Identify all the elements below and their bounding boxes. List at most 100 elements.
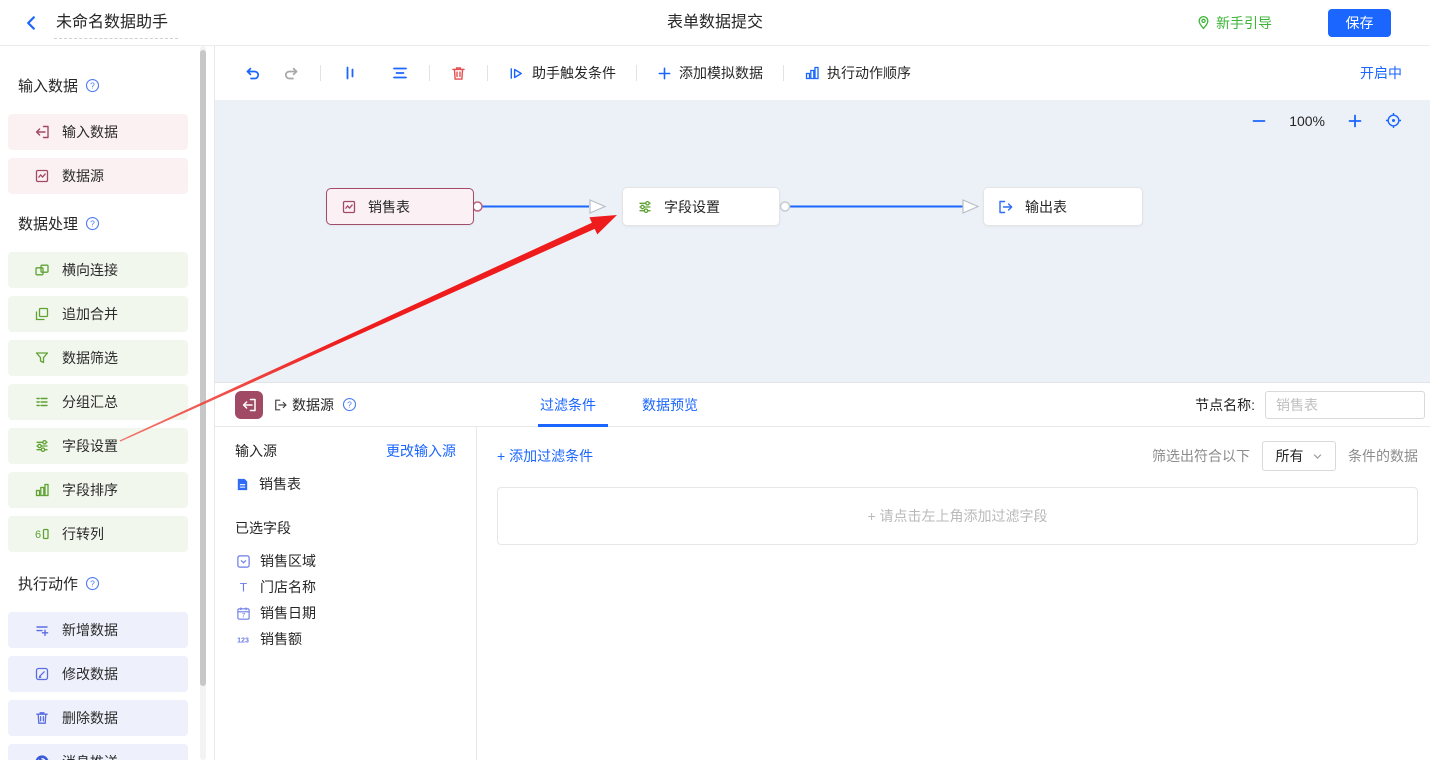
flow-connectors	[215, 100, 1430, 382]
sidebar-item-field-settings[interactable]: 字段设置	[8, 428, 188, 464]
help-icon[interactable]: ?	[342, 397, 357, 412]
node-type-label: 数据源 ?	[274, 395, 357, 415]
section-input-data: 输入数据 ?	[0, 76, 214, 94]
select-field-icon	[235, 554, 251, 569]
edit-icon	[34, 666, 50, 682]
import-data-icon	[34, 124, 50, 140]
document-icon	[235, 477, 250, 492]
redo-button[interactable]	[278, 60, 304, 86]
vertical-bars-icon	[341, 64, 359, 82]
trash-icon	[450, 65, 467, 82]
filter-placeholder: + 请点击左上角添加过滤字段	[497, 487, 1418, 545]
zoom-in-button[interactable]	[1347, 113, 1363, 129]
message-push-icon	[34, 754, 50, 760]
sidebar-item-input-data[interactable]: 输入数据	[8, 114, 188, 150]
tab-data-preview[interactable]: 数据预览	[642, 383, 698, 427]
node-config-panel: 数据源 ? 过滤条件 数据预览 节点名称:	[215, 382, 1430, 760]
add-rows-icon	[34, 622, 50, 638]
node-output-table[interactable]: 输出表	[983, 187, 1143, 226]
input-source-label: 输入源	[235, 441, 277, 461]
node-name-label: 节点名称:	[1195, 395, 1255, 415]
zoom-out-button[interactable]	[1251, 113, 1267, 129]
output-port[interactable]	[473, 202, 482, 211]
location-pin-icon	[1196, 15, 1211, 30]
help-icon[interactable]: ?	[85, 576, 100, 591]
output-port[interactable]	[781, 202, 790, 211]
import-data-icon	[241, 397, 257, 413]
data-source-icon	[34, 168, 50, 184]
group-list-icon	[34, 394, 50, 410]
section-actions: 执行动作 ?	[0, 574, 214, 592]
sidebar-item-delete-data[interactable]: 删除数据	[8, 700, 188, 736]
align-lines-icon	[391, 64, 409, 82]
svg-text:T: T	[239, 580, 247, 594]
sidebar-item-data-filter[interactable]: 数据筛选	[8, 340, 188, 376]
source-column: 输入源 更改输入源 销售表 已选字段 销售区域	[215, 427, 477, 760]
svg-text:7: 7	[241, 612, 245, 619]
sidebar-item-group-summary[interactable]: 分组汇总	[8, 384, 188, 420]
field-row: 销售区域	[235, 548, 456, 574]
section-data-processing: 数据处理 ?	[0, 214, 214, 232]
sidebar-item-add-data[interactable]: 新增数据	[8, 612, 188, 648]
assistant-status-toggle[interactable]: 开启中	[1360, 63, 1402, 83]
app-header: 未命名数据助手 表单数据提交 新手引导 保存	[0, 0, 1430, 46]
svg-text:?: ?	[347, 400, 352, 410]
add-filter-condition-link[interactable]: + 添加过滤条件	[497, 446, 593, 466]
add-mock-data-button[interactable]: 添加模拟数据	[653, 59, 767, 87]
export-table-icon	[998, 199, 1014, 215]
sidebar-item-horizontal-join[interactable]: 横向连接	[8, 252, 188, 288]
match-mode-group: 筛选出符合以下 所有 条件的数据	[1152, 441, 1418, 471]
sidebar-item-row-to-column[interactable]: 6 行转列	[8, 516, 188, 552]
undo-button[interactable]	[240, 60, 266, 86]
svg-text:?: ?	[90, 218, 95, 228]
export-box-icon	[274, 398, 288, 412]
assistant-name[interactable]: 未命名数据助手	[54, 6, 178, 39]
selected-fields-title: 已选字段	[235, 518, 456, 538]
sidebar-item-modify-data[interactable]: 修改数据	[8, 656, 188, 692]
match-mode-select[interactable]: 所有	[1262, 441, 1336, 471]
node-field-settings[interactable]: 字段设置	[622, 187, 780, 226]
back-button[interactable]	[14, 8, 48, 38]
svg-text:?: ?	[90, 578, 95, 588]
match-suffix-text: 条件的数据	[1348, 446, 1418, 466]
sidebar-scrollbar-thumb[interactable]	[200, 50, 206, 686]
node-type-badge	[235, 391, 263, 419]
append-icon	[34, 306, 50, 322]
change-source-link[interactable]: 更改输入源	[386, 441, 456, 461]
sidebar-item-data-source[interactable]: 数据源	[8, 158, 188, 194]
pivot-icon: 6	[34, 526, 50, 542]
help-icon[interactable]: ?	[85, 78, 100, 93]
node-name-input[interactable]	[1265, 391, 1425, 419]
sidebar-item-field-sort[interactable]: 字段排序	[8, 472, 188, 508]
sidebar-item-message-push[interactable]: 消息推送	[8, 744, 188, 760]
distribute-vertical-button[interactable]	[337, 60, 363, 86]
sort-bars-icon	[34, 482, 50, 498]
beginner-guide-link[interactable]: 新手引导	[1196, 13, 1272, 33]
source-table-row: 销售表	[235, 474, 456, 494]
filter-conditions-area: + 添加过滤条件 筛选出符合以下 所有 条件的数据	[477, 427, 1430, 760]
svg-text:123: 123	[237, 636, 249, 644]
play-bar-icon	[508, 65, 525, 82]
trigger-condition-button[interactable]: 助手触发条件	[504, 59, 620, 87]
action-order-button[interactable]: 执行动作顺序	[800, 59, 915, 87]
align-lines-button[interactable]	[387, 60, 413, 86]
delete-node-button[interactable]	[446, 61, 471, 86]
page-title: 表单数据提交	[667, 0, 763, 46]
trash-icon	[34, 710, 50, 726]
number-field-icon: 123	[235, 632, 251, 647]
help-icon[interactable]: ?	[85, 216, 100, 231]
tab-filter-conditions[interactable]: 过滤条件	[540, 383, 596, 427]
zoom-controls: 100%	[1251, 112, 1402, 129]
undo-icon	[244, 64, 262, 82]
redo-icon	[282, 64, 300, 82]
flow-canvas[interactable]: 销售表 字段设置 输出表 100%	[215, 100, 1430, 382]
node-sales-table[interactable]: 销售表	[326, 188, 474, 225]
zoom-level: 100%	[1289, 113, 1325, 129]
sliders-icon	[637, 199, 653, 215]
svg-text:?: ?	[90, 80, 95, 90]
save-button[interactable]: 保存	[1328, 9, 1391, 37]
data-source-icon	[341, 199, 357, 215]
chevron-left-icon	[22, 14, 40, 32]
sidebar-item-append-merge[interactable]: 追加合并	[8, 296, 188, 332]
fit-view-button[interactable]	[1385, 112, 1402, 129]
